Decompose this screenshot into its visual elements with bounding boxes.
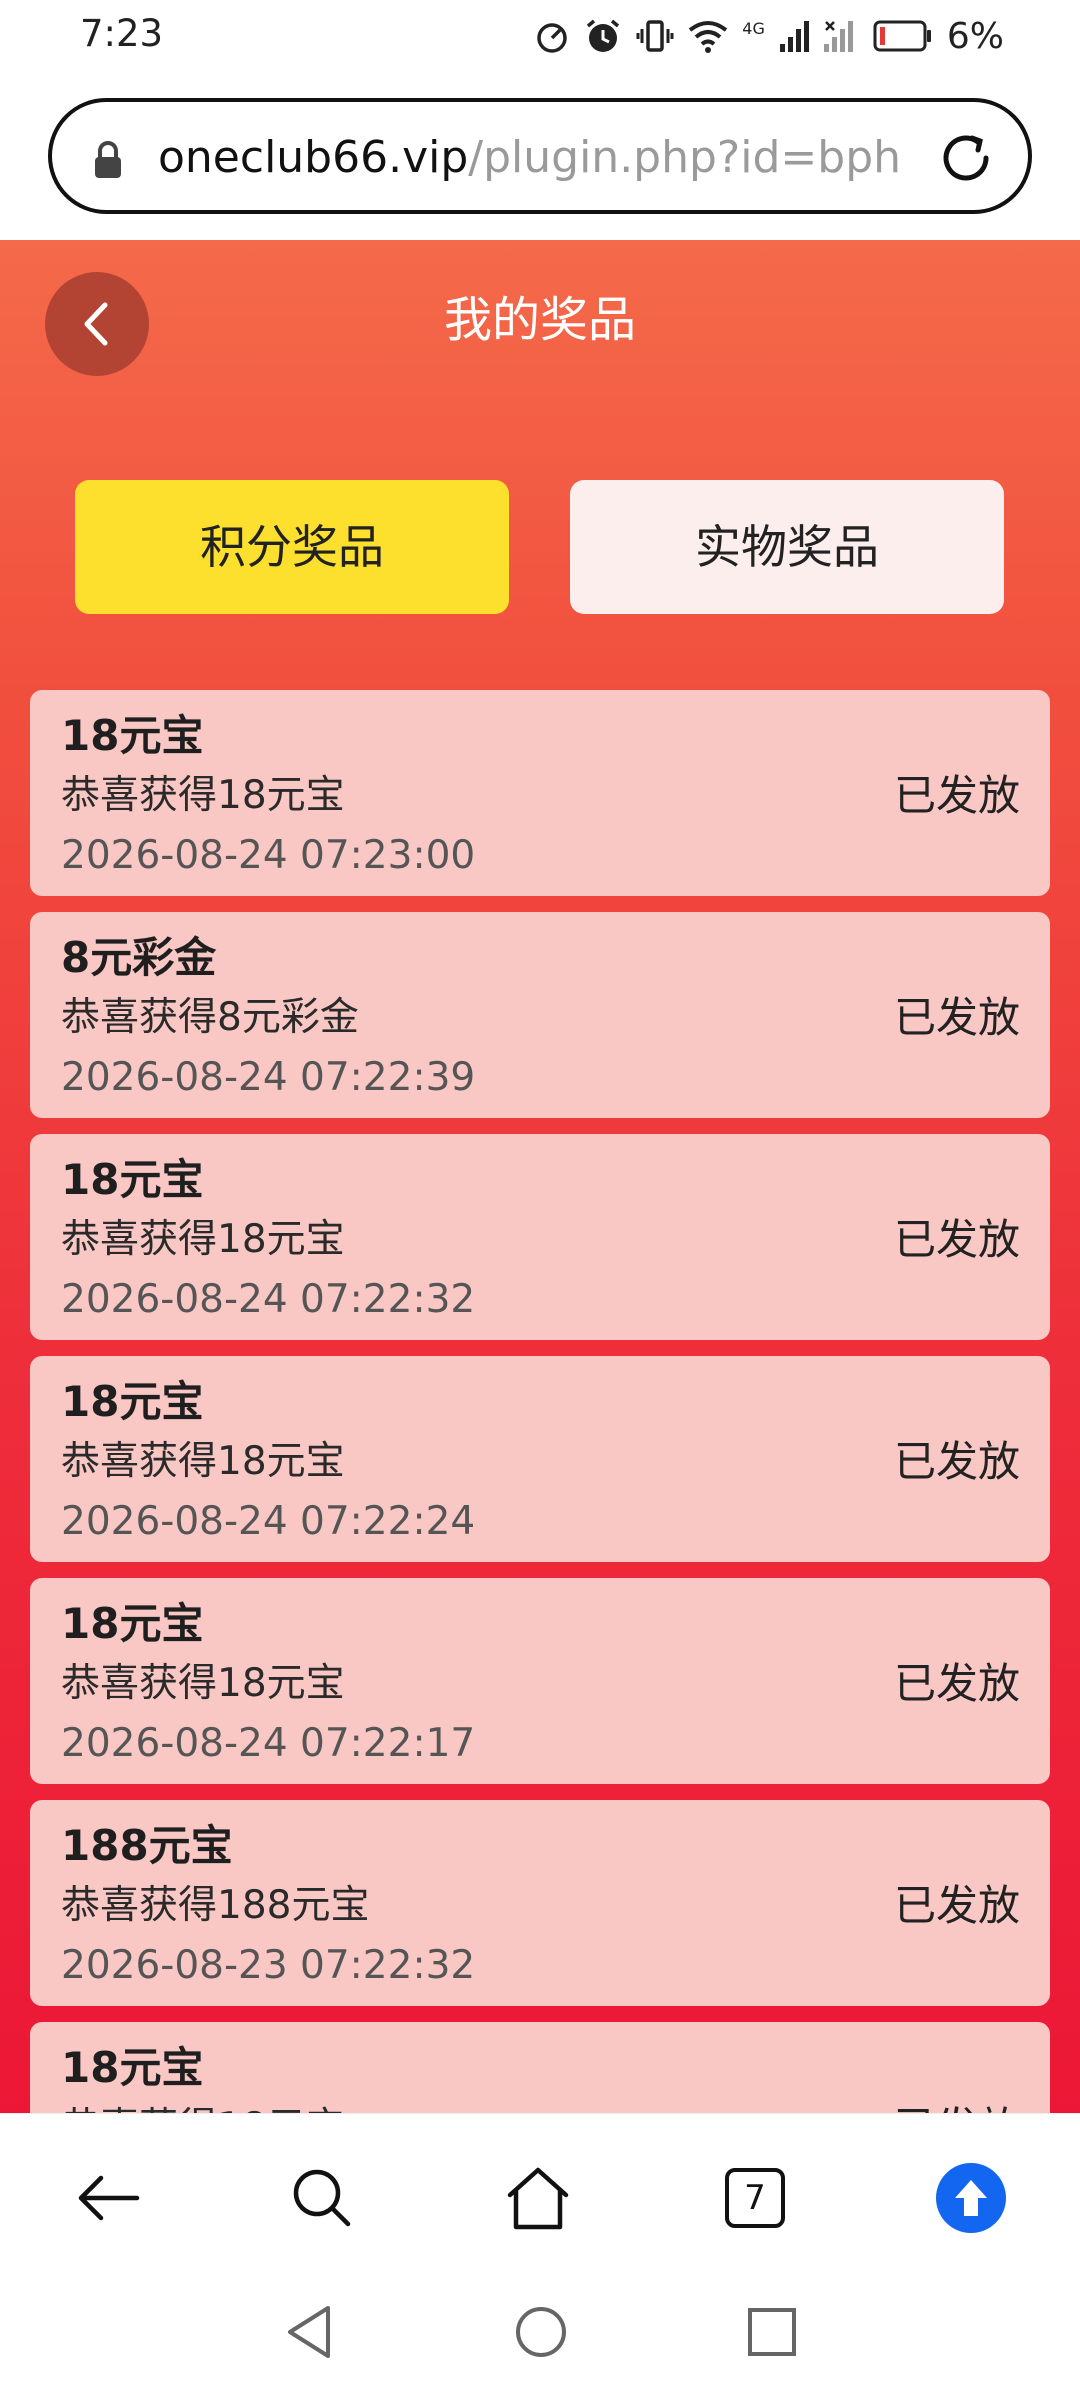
status-bar: 7:23 4G 6%	[0, 0, 1080, 72]
prize-time: 2026-08-24 07:22:39	[61, 1055, 476, 1100]
nav-home-icon[interactable]	[512, 2302, 570, 2362]
prize-description: 恭喜获得18元宝	[61, 1439, 345, 1484]
status-icons: 4G 6%	[534, 14, 1004, 58]
nav-recents-icon[interactable]	[744, 2302, 800, 2362]
browser-toolbar: 7	[0, 2113, 1080, 2280]
prize-card: 18元宝 恭喜获得18元宝 2026-08-24 07:22:24 已发放	[30, 1356, 1050, 1562]
page-title: 我的奖品	[443, 292, 636, 348]
app-root: 7:23 4G 6% oneclub66.vip/plugin.php?id=b…	[0, 0, 1080, 2400]
lock-icon	[95, 141, 121, 178]
prize-description: 恭喜获得18元宝	[61, 1661, 345, 1706]
prize-name: 188元宝	[61, 1821, 233, 1870]
prize-time: 2026-08-24 07:22:17	[61, 1721, 476, 1766]
nav-back-icon[interactable]	[282, 2302, 338, 2362]
tab-count-icon: 7	[725, 2168, 785, 2228]
toolbar-back-button[interactable]	[72, 2162, 144, 2234]
prize-card: 188元宝 恭喜获得188元宝 2026-08-23 07:22:32 已发放	[30, 1800, 1050, 2006]
prize-time: 2026-08-23 07:22:32	[61, 1943, 476, 1988]
prize-time: 2026-08-24 07:23:00	[61, 833, 476, 878]
toolbar-tabs-button[interactable]: 7	[719, 2162, 791, 2234]
vibrate-icon	[636, 20, 674, 52]
wifi-icon	[689, 21, 728, 53]
system-nav-bar	[0, 2280, 1080, 2400]
signal-no-sim-icon	[823, 21, 853, 52]
battery-percent: 6%	[946, 15, 1004, 57]
battery-icon	[873, 20, 931, 52]
back-arrow-icon	[78, 2175, 140, 2221]
prize-status: 已发放	[893, 1881, 1020, 1930]
prize-status: 已发放	[893, 993, 1020, 1042]
toolbar-search-button[interactable]	[286, 2162, 358, 2234]
status-time: 7:23	[80, 12, 164, 55]
prize-status: 已发放	[893, 771, 1020, 820]
prize-status: 已发放	[893, 1659, 1020, 1708]
url-bar[interactable]: oneclub66.vip/plugin.php?id=bph	[48, 98, 1032, 214]
prize-description: 恭喜获得8元彩金	[61, 995, 359, 1040]
search-icon	[293, 2169, 351, 2227]
prize-card: 8元彩金 恭喜获得8元彩金 2026-08-24 07:22:39 已发放	[30, 912, 1050, 1118]
prize-time: 2026-08-24 07:22:32	[61, 1277, 476, 1322]
toolbar-home-button[interactable]	[502, 2162, 574, 2234]
prize-name: 8元彩金	[61, 933, 217, 982]
signal-icon	[779, 21, 809, 52]
prize-page: 我的奖品 积分奖品 实物奖品 18元宝 恭喜获得18元宝 2026-08-24 …	[0, 240, 1080, 2113]
prize-name: 18元宝	[61, 2043, 204, 2092]
toolbar-upload-button[interactable]	[935, 2162, 1007, 2234]
prize-status: 已发放	[893, 1215, 1020, 1264]
prize-status: 已发放	[894, 2102, 1020, 2113]
prize-card: 18元宝 恭喜获得18元宝 2026-08-24 07:22:32 已发放	[30, 1134, 1050, 1340]
url-path: /plugin.php?id=bph	[468, 132, 902, 183]
prize-description: 恭喜获得18元宝	[61, 2102, 345, 2113]
url-domain: oneclub66.vip	[158, 132, 469, 183]
prize-card: 18元宝 恭喜获得18元宝 2026-08-24 07:23:00 已发放	[30, 690, 1050, 896]
prize-name: 18元宝	[61, 711, 204, 760]
prize-list: 18元宝 恭喜获得18元宝 2026-08-24 07:23:00 已发放 8元…	[30, 690, 1050, 2113]
upload-icon	[936, 2163, 1006, 2233]
prize-time: 2026-08-24 07:22:24	[61, 1499, 476, 1544]
network-type-label: 4G	[742, 18, 765, 38]
prize-status: 已发放	[893, 1437, 1020, 1486]
reload-icon[interactable]	[936, 128, 996, 188]
prize-card: 18元宝 恭喜获得18元宝 已发放	[30, 2022, 1050, 2113]
alarm-icon	[587, 19, 620, 52]
prize-description: 恭喜获得18元宝	[61, 773, 345, 818]
prize-description: 恭喜获得188元宝	[61, 1883, 370, 1928]
url-text[interactable]: oneclub66.vip/plugin.php?id=bph	[158, 132, 938, 184]
prize-name: 18元宝	[61, 1377, 204, 1426]
tab-physical-prizes[interactable]: 实物奖品	[570, 480, 1004, 614]
prize-name: 18元宝	[61, 1599, 204, 1648]
tab-points-prizes[interactable]: 积分奖品	[75, 480, 509, 614]
prize-description: 恭喜获得18元宝	[61, 1217, 345, 1262]
prize-card: 18元宝 恭喜获得18元宝 2026-08-24 07:22:17 已发放	[30, 1578, 1050, 1784]
home-icon	[507, 2167, 569, 2230]
browser-address-area: oneclub66.vip/plugin.php?id=bph	[0, 72, 1080, 240]
speed-icon	[537, 23, 568, 53]
prize-name: 18元宝	[61, 1155, 204, 1204]
